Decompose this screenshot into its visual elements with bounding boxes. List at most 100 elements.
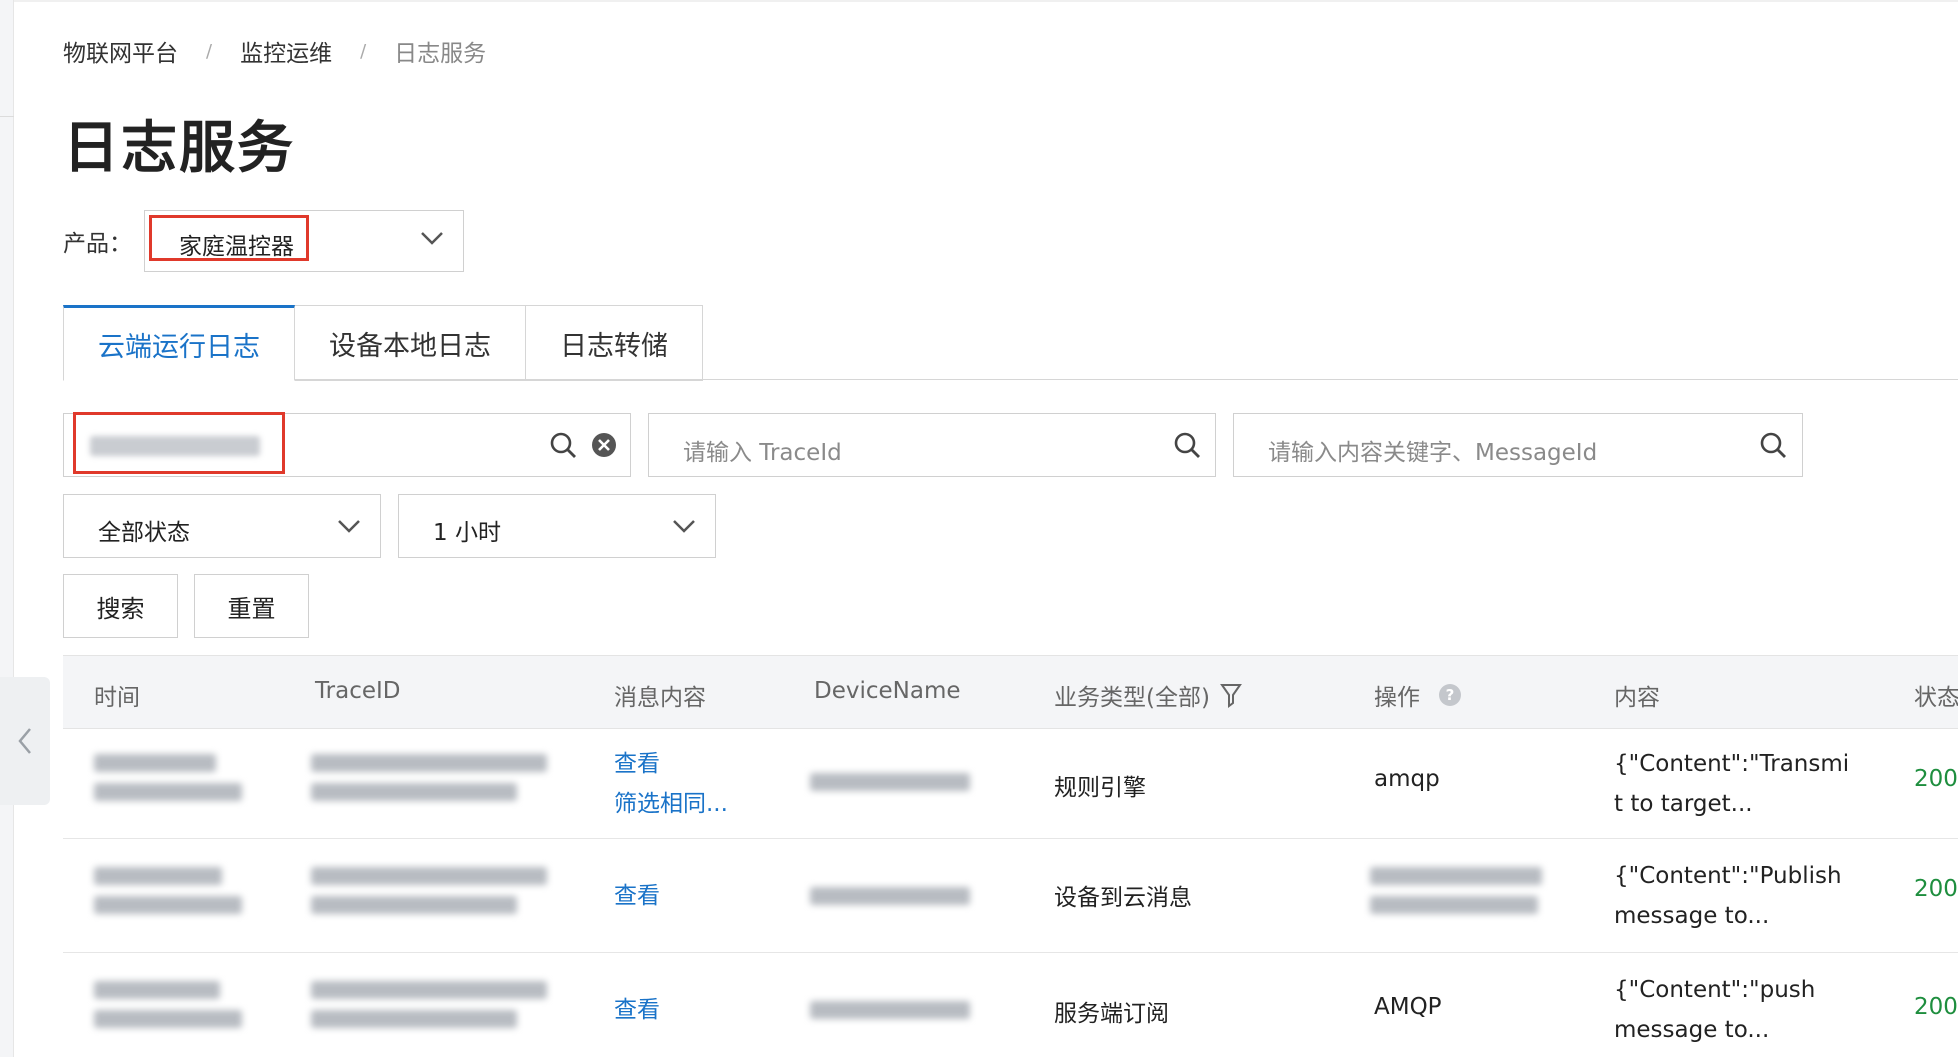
device-name-cell-redacted	[810, 887, 970, 905]
view-link[interactable]: 查看	[614, 990, 660, 1030]
keyword-search-input[interactable]: 请输入内容关键字、MessageId	[1233, 413, 1803, 477]
breadcrumb: 物联网平台 / 监控运维 / 日志服务	[63, 34, 486, 68]
column-header-biz-type-label: 业务类型(全部)	[1054, 685, 1210, 711]
log-table: 时间 TraceID 消息内容 DeviceName 业务类型(全部) 操作 ?…	[63, 655, 1958, 1057]
search-icon[interactable]	[548, 430, 578, 460]
redacted-text	[810, 773, 970, 791]
tab-device-local-logs[interactable]: 设备本地日志	[295, 305, 526, 381]
keyword-placeholder: 请输入内容关键字、MessageId	[1268, 440, 1598, 466]
redacted-text	[1370, 896, 1538, 914]
redacted-text	[94, 783, 242, 801]
filter-same-link[interactable]: 筛选相同...	[614, 784, 728, 824]
column-header-status: 状态	[1914, 685, 1958, 711]
help-icon[interactable]: ?	[1438, 683, 1462, 707]
content-line: message to...	[1614, 1017, 1770, 1043]
status-cell: 200	[1914, 876, 1958, 902]
product-select[interactable]: 家庭温控器	[144, 210, 464, 272]
view-link[interactable]: 查看	[614, 876, 660, 916]
reset-button[interactable]: 重置	[194, 574, 309, 638]
content-line: message to...	[1614, 903, 1770, 929]
status-select[interactable]: 全部状态	[63, 494, 381, 558]
search-icon[interactable]	[1172, 430, 1202, 460]
breadcrumb-separator: /	[360, 40, 367, 62]
traceid-cell-redacted	[311, 856, 551, 925]
search-button[interactable]: 搜索	[63, 574, 178, 638]
page-title: 日志服务	[63, 116, 295, 181]
content-line: {"Content":"push	[1614, 977, 1816, 1003]
column-header-biz-type[interactable]: 业务类型(全部)	[1054, 678, 1242, 712]
status-cell: 200	[1914, 766, 1958, 792]
filter-icon[interactable]	[1220, 682, 1242, 708]
time-range-select[interactable]: 1 小时	[398, 494, 716, 558]
column-header-time: 时间	[94, 685, 140, 711]
redacted-text	[94, 867, 222, 885]
column-header-traceid: TraceID	[315, 678, 401, 704]
chevron-left-icon	[18, 728, 31, 754]
traceid-search-input[interactable]: 请输入 TraceId	[648, 413, 1216, 477]
breadcrumb-separator: /	[206, 40, 213, 62]
tab-cloud-logs[interactable]: 云端运行日志	[63, 305, 295, 381]
status-select-value: 全部状态	[98, 520, 190, 546]
redacted-text	[311, 896, 517, 914]
redacted-text	[810, 1001, 970, 1019]
rail-divider	[0, 116, 14, 117]
redacted-text	[1370, 867, 1542, 885]
biz-type-cell: 规则引擎	[1054, 775, 1146, 801]
column-header-operation: 操作 ?	[1374, 678, 1462, 712]
biz-type-cell: 服务端订阅	[1054, 1001, 1169, 1027]
message-links: 查看	[614, 876, 660, 916]
device-name-cell-redacted	[810, 773, 970, 791]
content-line: {"Content":"Publish	[1614, 863, 1842, 889]
time-range-select-value: 1 小时	[433, 520, 501, 546]
breadcrumb-log-service: 日志服务	[394, 41, 487, 67]
redacted-text	[94, 1010, 242, 1028]
sidebar-collapse-toggle[interactable]	[0, 677, 50, 805]
operation-cell-redacted	[1370, 856, 1546, 925]
message-links: 查看	[614, 990, 660, 1030]
redacted-text	[311, 754, 547, 772]
traceid-cell-redacted	[311, 743, 551, 812]
chevron-down-icon	[421, 232, 443, 245]
content-line: t to target...	[1614, 791, 1753, 817]
svg-text:?: ?	[1446, 686, 1455, 704]
breadcrumb-iot-platform[interactable]: 物联网平台	[63, 34, 178, 68]
left-rail	[0, 0, 14, 1057]
log-tabs: 云端运行日志 设备本地日志 日志转储	[63, 305, 703, 381]
chevron-down-icon	[673, 520, 695, 533]
column-header-device-name: DeviceName	[814, 678, 961, 704]
table-row: 查看 服务端订阅 AMQP {"Content":"push message t…	[63, 953, 1958, 1057]
operation-cell: amqp	[1374, 766, 1440, 792]
breadcrumb-monitoring[interactable]: 监控运维	[240, 34, 332, 68]
clear-icon[interactable]	[589, 430, 619, 460]
content-cell: {"Content":"Transmi t to target...	[1614, 744, 1849, 824]
redacted-text	[94, 896, 242, 914]
device-search-input[interactable]	[63, 412, 631, 477]
redacted-text	[311, 981, 547, 999]
time-cell-redacted	[94, 743, 242, 812]
top-divider	[14, 0, 1958, 2]
column-header-content: 内容	[1614, 685, 1660, 711]
content-cell: {"Content":"Publish message to...	[1614, 856, 1842, 936]
redacted-text	[311, 1010, 517, 1028]
operation-cell: AMQP	[1374, 994, 1442, 1020]
status-cell: 200	[1914, 994, 1958, 1020]
tabs-baseline	[63, 379, 1958, 380]
time-cell-redacted	[94, 856, 242, 925]
table-header: 时间 TraceID 消息内容 DeviceName 业务类型(全部) 操作 ?…	[63, 655, 1958, 729]
tab-log-dump[interactable]: 日志转储	[526, 305, 703, 381]
redacted-text	[311, 867, 547, 885]
column-header-message: 消息内容	[614, 685, 706, 711]
search-icon[interactable]	[1758, 430, 1788, 460]
product-selector-row: 产品： 家庭温控器	[63, 210, 464, 272]
content-line: {"Content":"Transmi	[1614, 751, 1850, 777]
time-cell-redacted	[94, 970, 242, 1039]
product-label: 产品：	[63, 231, 132, 257]
view-link[interactable]: 查看	[614, 744, 728, 784]
biz-type-cell: 设备到云消息	[1054, 885, 1192, 911]
table-row: 查看 设备到云消息 {"Content":"Publish message to…	[63, 839, 1958, 953]
chevron-down-icon	[338, 520, 360, 533]
message-links: 查看 筛选相同...	[614, 744, 728, 824]
traceid-cell-redacted	[311, 970, 551, 1039]
table-row: 查看 筛选相同... 规则引擎 amqp {"Content":"Transmi…	[63, 729, 1958, 839]
redacted-text	[94, 981, 220, 999]
